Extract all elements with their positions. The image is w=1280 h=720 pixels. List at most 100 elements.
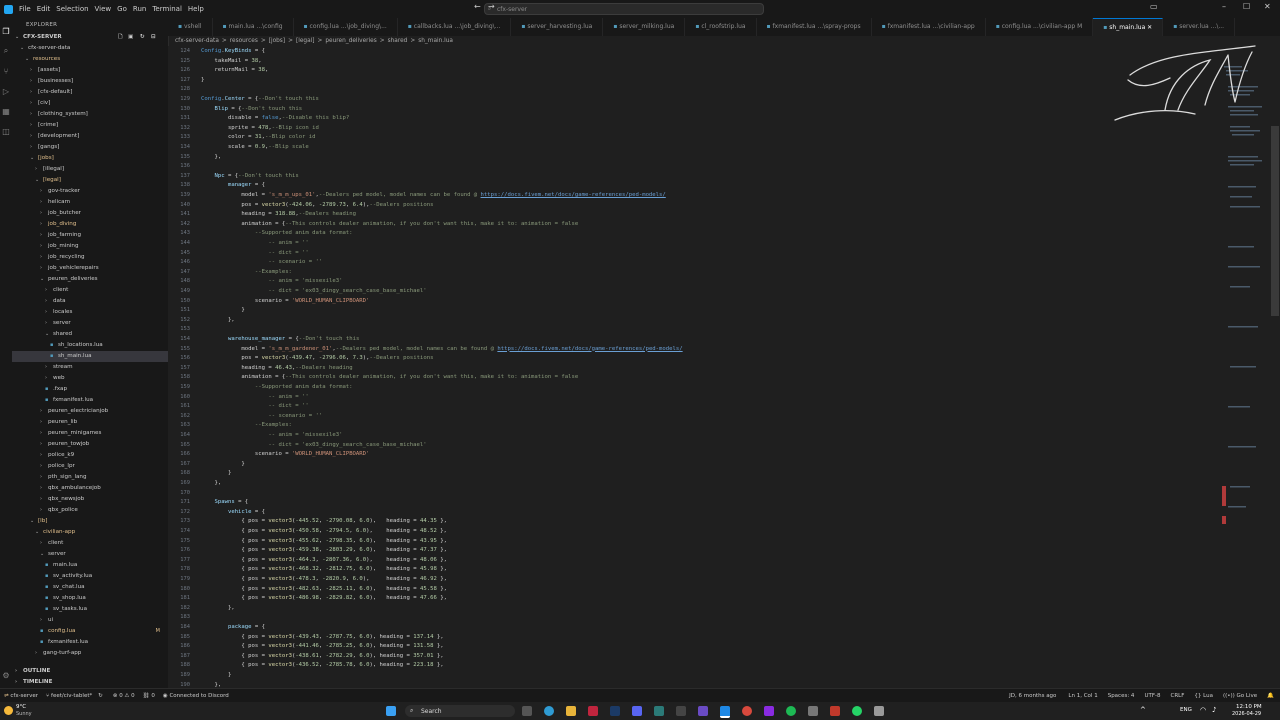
breadcrumb-item[interactable]: resources: [230, 38, 258, 44]
minimap[interactable]: [1218, 46, 1270, 688]
tree-folder[interactable]: ⌄ resources: [12, 54, 168, 65]
editor-tab[interactable]: ▪ config.lua ...\civilian-app M: [986, 18, 1094, 36]
taskbar-search[interactable]: ⌕ Search: [405, 705, 515, 717]
code-line[interactable]: { pos = vector3(-450.58, -2794.5, 6.0), …: [201, 528, 447, 534]
tree-folder[interactable]: › peuren_minigames: [12, 428, 168, 439]
code-line[interactable]: model = 's_m_m_ups_01',--Dealers ped mod…: [201, 192, 665, 198]
spotify-icon[interactable]: [786, 706, 796, 716]
code-line[interactable]: }: [201, 470, 231, 476]
tree-folder[interactable]: › peuren_towjob: [12, 439, 168, 450]
task-view-icon[interactable]: [522, 706, 532, 716]
editor-tab[interactable]: ▪ sh_main.lua ✕: [1093, 18, 1164, 36]
app2-icon[interactable]: [764, 706, 774, 716]
command-center[interactable]: ⌕ cfx-server: [484, 3, 764, 15]
code-line[interactable]: { pos = vector3(-464.3, -2807.36, 6.0), …: [201, 557, 447, 563]
cursor-position[interactable]: Ln 1, Col 1: [1068, 693, 1097, 699]
terminal-icon[interactable]: [676, 706, 686, 716]
code-line[interactable]: { pos = vector3(-459.38, -2803.29, 6.0),…: [201, 547, 447, 553]
breadcrumb-item[interactable]: shared: [388, 38, 408, 44]
code-line[interactable]: -- anim = 'missexile3': [201, 278, 342, 284]
breadcrumb-item[interactable]: sh_main.lua: [418, 38, 453, 44]
discord-app-icon[interactable]: [632, 706, 642, 716]
new-folder-icon[interactable]: ▣: [128, 32, 133, 43]
tree-folder[interactable]: › [civ]: [12, 98, 168, 109]
code-line[interactable]: -- dict = '': [201, 403, 308, 409]
source-control-icon[interactable]: ⑂: [0, 64, 12, 78]
ports-indicator[interactable]: ⛓ 0: [143, 693, 155, 699]
sync-icon[interactable]: ↻: [98, 693, 103, 699]
code-line[interactable]: }: [201, 307, 244, 313]
code-line[interactable]: warehouse_manager = {--Don't touch this: [201, 336, 359, 342]
tree-folder[interactable]: › web: [12, 373, 168, 384]
minimize-icon[interactable]: –: [1222, 2, 1226, 11]
volume-icon[interactable]: ♪: [1212, 706, 1216, 714]
maximize-icon[interactable]: ☐: [1243, 2, 1250, 11]
menu-item-help[interactable]: Help: [188, 5, 204, 13]
editor-tab[interactable]: ▪ fxmanifest.lua ...\spray-props: [757, 18, 872, 36]
tree-folder[interactable]: › job_butcher: [12, 208, 168, 219]
timeline-section[interactable]: › TIMELINE: [12, 677, 168, 688]
tree-file[interactable]: ▪ sv_activity.lua: [12, 571, 168, 582]
tree-folder[interactable]: › police_k9: [12, 450, 168, 461]
chevron-up-icon[interactable]: ^: [1140, 706, 1146, 714]
code-line[interactable]: animation = {--This controls dealer anim…: [201, 221, 578, 227]
app5-icon[interactable]: [874, 706, 884, 716]
scrollbar-thumb[interactable]: [1271, 126, 1279, 316]
code-line[interactable]: },: [201, 605, 235, 611]
tree-folder[interactable]: › locales: [12, 307, 168, 318]
code-line[interactable]: --Examples:: [201, 422, 292, 428]
editor-tab[interactable]: ▪ fxmanifest.lua ...\civilian-app: [872, 18, 986, 36]
breadcrumb-item[interactable]: cfx-server-data: [175, 38, 219, 44]
tree-folder[interactable]: › [assets]: [12, 65, 168, 76]
line-endings[interactable]: CRLF: [1170, 693, 1184, 699]
tree-folder[interactable]: › [businesses]: [12, 76, 168, 87]
tree-folder[interactable]: › gov-tracker: [12, 186, 168, 197]
code-line[interactable]: -- scenario = '': [201, 413, 322, 419]
remote-explorer-icon[interactable]: ◫: [0, 124, 12, 138]
breadcrumb-item[interactable]: [jobs]: [269, 38, 285, 44]
code-line[interactable]: -- dict = 'ex03_dingy_search_case_base_m…: [201, 288, 426, 294]
code-line[interactable]: scale = 0.9,--Blip scale: [201, 144, 309, 150]
code-line[interactable]: package = {: [201, 624, 265, 630]
tree-folder[interactable]: › helicam: [12, 197, 168, 208]
code-line[interactable]: Spawns = {: [201, 499, 248, 505]
remote-indicator[interactable]: ⇌ cfx-server: [4, 693, 38, 699]
search-view-icon[interactable]: ⌕: [0, 44, 12, 58]
code-line[interactable]: sprite = 478,--Blip icon id: [201, 125, 319, 131]
code-line[interactable]: -- dict = '': [201, 250, 308, 256]
tree-file[interactable]: ▪ sh_locations.lua: [12, 340, 168, 351]
problems-indicator[interactable]: ⊗ 0 ⚠ 0: [113, 693, 135, 699]
code-line[interactable]: returnMail = 38,: [201, 67, 268, 73]
bell-icon[interactable]: 🔔: [1267, 693, 1274, 699]
code-line[interactable]: -- anim = '': [201, 240, 308, 246]
collapse-icon[interactable]: ⊟: [151, 32, 156, 43]
code-line[interactable]: { pos = vector3(-478.3, -2820.9, 6.0), h…: [201, 576, 447, 582]
language-indicator[interactable]: ENG: [1180, 707, 1192, 713]
git-blame[interactable]: JD, 6 months ago: [1009, 693, 1056, 699]
code-line[interactable]: { pos = vector3(-482.63, -2825.11, 6.0),…: [201, 586, 447, 592]
language-mode[interactable]: {} Lua: [1194, 693, 1213, 699]
chrome-icon[interactable]: [742, 706, 752, 716]
menu-item-view[interactable]: View: [95, 5, 112, 13]
new-file-icon[interactable]: 🗋: [118, 32, 123, 43]
tree-folder[interactable]: › [development]: [12, 131, 168, 142]
code-line[interactable]: heading = 46.43,--Dealers heading: [201, 365, 352, 371]
code-line[interactable]: },: [201, 317, 235, 323]
breadcrumb-item[interactable]: peuren_deliveries: [325, 38, 376, 44]
editor-tab[interactable]: ▪ server_milking.lua: [603, 18, 686, 36]
code-line[interactable]: { pos = vector3(-455.62, -2798.35, 6.0),…: [201, 538, 447, 544]
tree-folder[interactable]: › [cfx-default]: [12, 87, 168, 98]
tree-folder[interactable]: › ui: [12, 615, 168, 626]
file-explorer-icon[interactable]: [566, 706, 576, 716]
photoshop-icon[interactable]: [610, 706, 620, 716]
tree-file[interactable]: ▪ sv_shop.lua: [12, 593, 168, 604]
explorer-icon[interactable]: ❐: [0, 24, 12, 38]
whatsapp-icon[interactable]: [852, 706, 862, 716]
code-line[interactable]: takeMail = 38,: [201, 58, 261, 64]
tree-folder[interactable]: › job_mining: [12, 241, 168, 252]
tree-folder[interactable]: › peuren_lib: [12, 417, 168, 428]
tree-folder[interactable]: › job_farming: [12, 230, 168, 241]
code-line[interactable]: -- anim = 'missexile3': [201, 432, 342, 438]
code-line[interactable]: --Supported anim data format:: [201, 230, 353, 236]
code-line[interactable]: { pos = vector3(-445.52, -2790.08, 6.0),…: [201, 518, 447, 524]
